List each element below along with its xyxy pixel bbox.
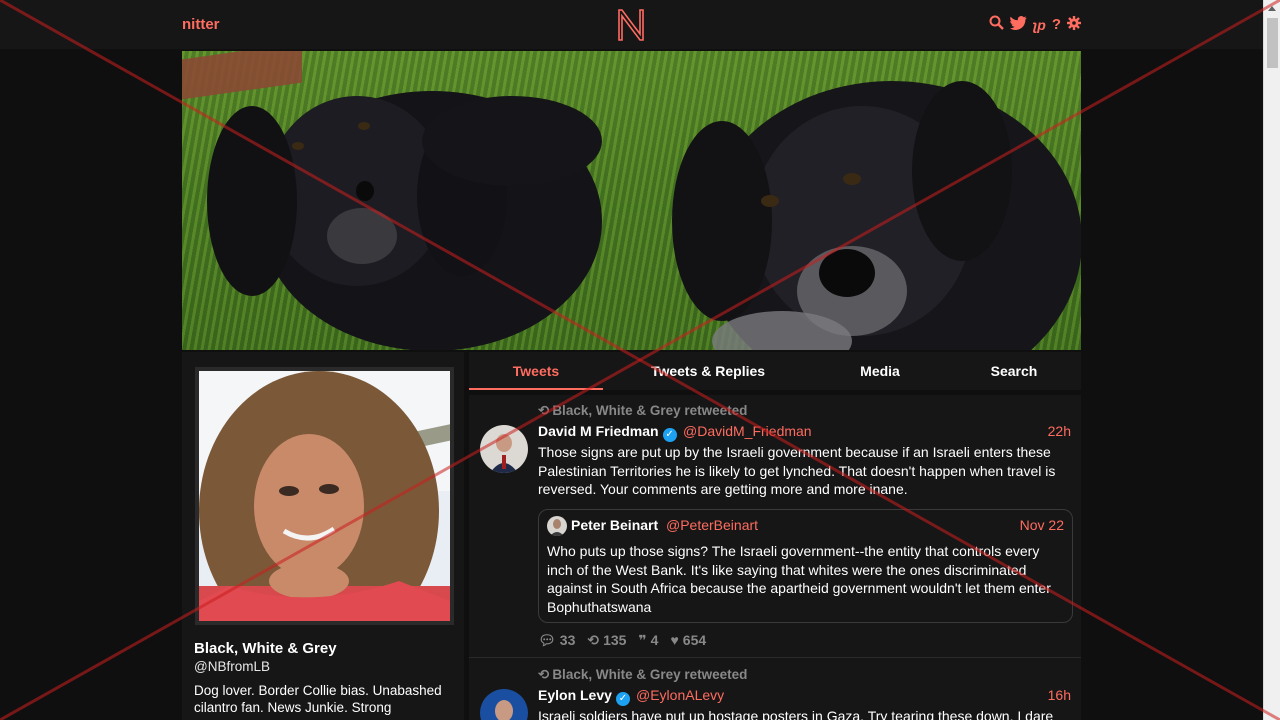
profile-banner[interactable] (182, 51, 1081, 350)
quoted-tweet-author-handle[interactable]: @PeterBeinart (666, 517, 758, 533)
tweet-author-name[interactable]: Eylon Levy ✓ (538, 687, 630, 706)
profile-avatar-image (199, 371, 450, 621)
verified-badge-icon: ✓ (662, 428, 677, 442)
profile-name[interactable]: Black, White & Grey (194, 640, 337, 657)
quote-icon: ❞ (638, 632, 647, 648)
scroll-thumb[interactable] (1267, 18, 1278, 68)
retweet-icon: ⟲ (538, 403, 550, 418)
tweet-date[interactable]: 16h (1048, 687, 1071, 703)
quoted-tweet[interactable]: Peter Beinart @PeterBeinart Nov 22 Who p… (538, 509, 1073, 623)
retweet-header: ⟲ Black, White & Grey retweeted (538, 403, 747, 419)
tweet-stat-quotes[interactable]: ❞ 4 (638, 632, 658, 649)
page-scrollbar[interactable] (1263, 0, 1280, 720)
tweet-avatar[interactable] (480, 425, 528, 473)
profile-handle[interactable]: @NBfromLB (194, 659, 270, 674)
nitter-logo[interactable] (616, 8, 646, 42)
banner-dogs-image (207, 81, 1081, 350)
scroll-up-arrow[interactable] (1264, 0, 1280, 16)
timeline-tabs: Tweets Tweets & Replies Media Search (469, 352, 1081, 390)
comment-icon: 💬︎ (538, 632, 556, 648)
search-icon[interactable] (989, 15, 1004, 35)
tweet-author-name-text: Eylon Levy (538, 687, 612, 703)
verified-badge-icon: ✓ (615, 692, 630, 706)
tweet-author-name-text: David M Friedman (538, 423, 659, 439)
tweet-author-handle[interactable]: @DavidM_Friedman (683, 423, 812, 439)
tweet-stat-replies[interactable]: 💬︎ 33 (538, 632, 575, 649)
retweet-header: ⟲ Black, White & Grey retweeted (538, 667, 747, 683)
retweet-icon: ⟲ (538, 667, 550, 682)
timeline: ⟲ Black, White & Grey retweeted David M F… (469, 395, 1081, 720)
settings-icon[interactable] (1067, 15, 1081, 35)
twitter-icon[interactable] (1009, 15, 1027, 35)
tweet-stat-retweets[interactable]: ⟲ 135 (587, 632, 626, 649)
rss-icon[interactable]: ʅp (1033, 16, 1046, 34)
tweet-stat-likes[interactable]: ♥ 654 (670, 632, 706, 649)
nav-icons: ʅp ? (989, 15, 1081, 35)
profile-avatar[interactable] (195, 367, 454, 625)
tweet-content: Israeli soldiers have put up hostage pos… (538, 708, 1054, 720)
tweet-stats: 💬︎ 33 ⟲ 135 ❞ 4 ♥ 654 (538, 632, 706, 649)
retweet-icon: ⟲ (587, 632, 600, 648)
profile-card: Black, White & Grey @NBfromLB Dog lover.… (182, 352, 464, 720)
tab-tweets-and-replies[interactable]: Tweets & Replies (633, 352, 783, 390)
quoted-tweet-content: Who puts up those signs? The Israeli gov… (547, 543, 1051, 615)
likes-count: 654 (682, 632, 707, 648)
tweet-author-name[interactable]: David M Friedman ✓ (538, 423, 677, 442)
help-icon[interactable]: ? (1052, 16, 1061, 34)
tweet-author-handle[interactable]: @EylonALevy (636, 687, 724, 703)
retweet-header-text: Black, White & Grey retweeted (552, 667, 748, 682)
profile-bio: Dog lover. Border Collie bias. Unabashed… (194, 683, 442, 715)
tweet-item[interactable]: ⟲ Black, White & Grey retweeted Eylon Lev… (469, 659, 1081, 720)
tweet-avatar[interactable] (480, 689, 528, 720)
tab-search[interactable]: Search (974, 352, 1054, 390)
tab-tweets[interactable]: Tweets (469, 352, 603, 390)
tweet-date[interactable]: 22h (1048, 423, 1071, 439)
tab-media[interactable]: Media (839, 352, 921, 390)
nav-brand-link[interactable]: nitter (182, 16, 220, 33)
retweet-header-text: Black, White & Grey retweeted (552, 403, 748, 418)
tweet-item[interactable]: ⟲ Black, White & Grey retweeted David M F… (469, 395, 1081, 658)
quoted-tweet-date[interactable]: Nov 22 (1020, 517, 1064, 533)
quotes-count: 4 (650, 632, 659, 648)
retweets-count: 135 (603, 632, 627, 648)
navbar: nitter ʅp ? (0, 0, 1263, 50)
tweet-content: Those signs are put up by the Israeli go… (538, 444, 1056, 497)
quoted-tweet-avatar[interactable] (547, 516, 567, 536)
heart-icon: ♥ (670, 632, 679, 648)
replies-count: 33 (559, 632, 576, 648)
quoted-tweet-author-name[interactable]: Peter Beinart (571, 517, 658, 533)
